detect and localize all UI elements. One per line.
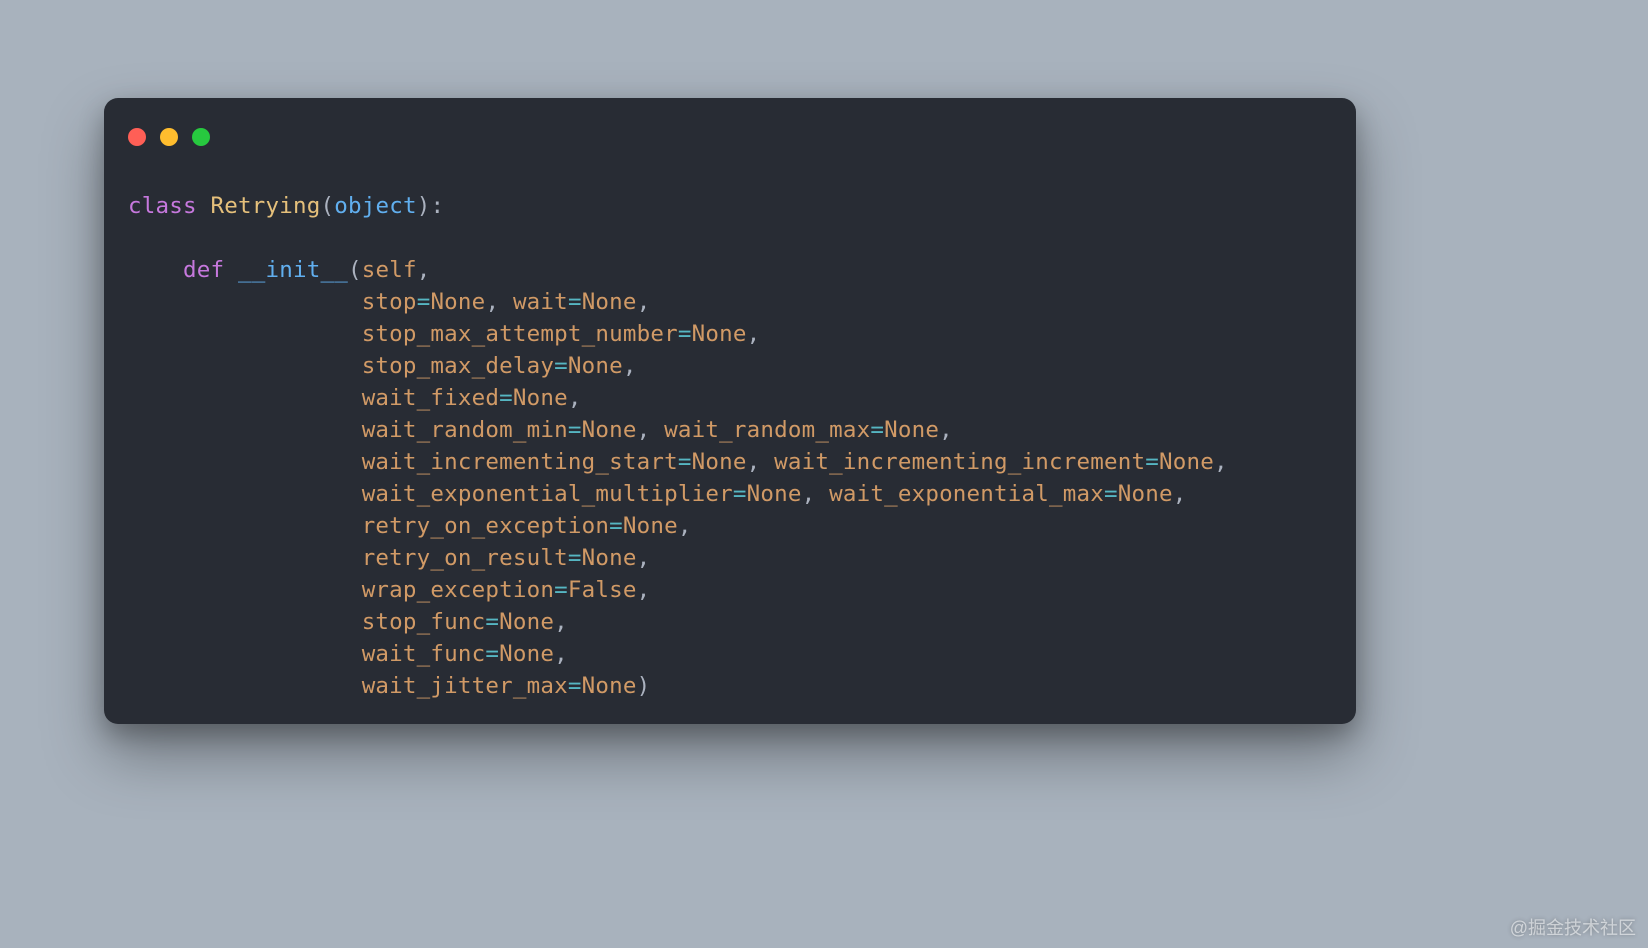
- param: wait_random_min: [362, 417, 568, 443]
- comma: ,: [637, 289, 651, 315]
- param: wait: [513, 289, 568, 315]
- colon: :: [430, 193, 444, 219]
- const: None: [1159, 449, 1214, 475]
- zoom-icon[interactable]: [192, 128, 210, 146]
- comma: ,: [417, 257, 431, 283]
- base-class: object: [334, 193, 416, 219]
- param: wait_incrementing_increment: [774, 449, 1145, 475]
- eq: =: [568, 417, 582, 443]
- comma: ,: [554, 609, 568, 635]
- watermark: @掘金技术社区: [1510, 914, 1636, 940]
- const: None: [623, 513, 678, 539]
- window-traffic-lights: [128, 128, 210, 146]
- param: wait_func: [362, 641, 486, 667]
- close-icon[interactable]: [128, 128, 146, 146]
- comma: ,: [637, 577, 651, 603]
- comma: ,: [1173, 481, 1187, 507]
- keyword-class: class: [128, 193, 197, 219]
- comma: ,: [568, 385, 582, 411]
- const: None: [582, 289, 637, 315]
- rparen: ): [637, 673, 651, 699]
- lparen: (: [320, 193, 334, 219]
- class-name: Retrying: [210, 193, 320, 219]
- rparen: ): [417, 193, 431, 219]
- eq: =: [485, 641, 499, 667]
- comma: ,: [747, 449, 761, 475]
- param: wait_jitter_max: [362, 673, 568, 699]
- const: None: [1118, 481, 1173, 507]
- param: stop_max_delay: [362, 353, 554, 379]
- eq: =: [568, 545, 582, 571]
- eq: =: [678, 449, 692, 475]
- const: False: [568, 577, 637, 603]
- param-self: self: [362, 257, 417, 283]
- const: None: [568, 353, 623, 379]
- param: wrap_exception: [362, 577, 554, 603]
- const: None: [692, 449, 747, 475]
- const: None: [884, 417, 939, 443]
- const: None: [499, 609, 554, 635]
- comma: ,: [637, 417, 651, 443]
- const: None: [513, 385, 568, 411]
- param: stop: [362, 289, 417, 315]
- eq: =: [554, 577, 568, 603]
- comma: ,: [678, 513, 692, 539]
- param: wait_exponential_max: [829, 481, 1104, 507]
- comma: ,: [554, 641, 568, 667]
- param: stop_max_attempt_number: [362, 321, 678, 347]
- param: wait_fixed: [362, 385, 499, 411]
- const: None: [582, 673, 637, 699]
- comma: ,: [485, 289, 499, 315]
- comma: ,: [747, 321, 761, 347]
- code-block: class Retrying(object): def __init__(sel…: [128, 190, 1228, 702]
- comma: ,: [939, 417, 953, 443]
- eq: =: [417, 289, 431, 315]
- eq: =: [554, 353, 568, 379]
- eq: =: [609, 513, 623, 539]
- eq: =: [568, 289, 582, 315]
- comma: ,: [637, 545, 651, 571]
- const: None: [499, 641, 554, 667]
- eq: =: [733, 481, 747, 507]
- minimize-icon[interactable]: [160, 128, 178, 146]
- param: wait_exponential_multiplier: [362, 481, 733, 507]
- const: None: [430, 289, 485, 315]
- const: None: [747, 481, 802, 507]
- const: None: [582, 545, 637, 571]
- eq: =: [870, 417, 884, 443]
- comma: ,: [1214, 449, 1228, 475]
- param: retry_on_result: [362, 545, 568, 571]
- function-name: __init__: [238, 257, 348, 283]
- eq: =: [499, 385, 513, 411]
- eq: =: [568, 673, 582, 699]
- const: None: [582, 417, 637, 443]
- eq: =: [485, 609, 499, 635]
- param: wait_incrementing_start: [362, 449, 678, 475]
- eq: =: [1145, 449, 1159, 475]
- code-window: class Retrying(object): def __init__(sel…: [104, 98, 1356, 724]
- param: retry_on_exception: [362, 513, 609, 539]
- const: None: [692, 321, 747, 347]
- eq: =: [678, 321, 692, 347]
- comma: ,: [623, 353, 637, 379]
- keyword-def: def: [183, 257, 224, 283]
- eq: =: [1104, 481, 1118, 507]
- lparen: (: [348, 257, 362, 283]
- param: wait_random_max: [664, 417, 870, 443]
- comma: ,: [802, 481, 816, 507]
- param: stop_func: [362, 609, 486, 635]
